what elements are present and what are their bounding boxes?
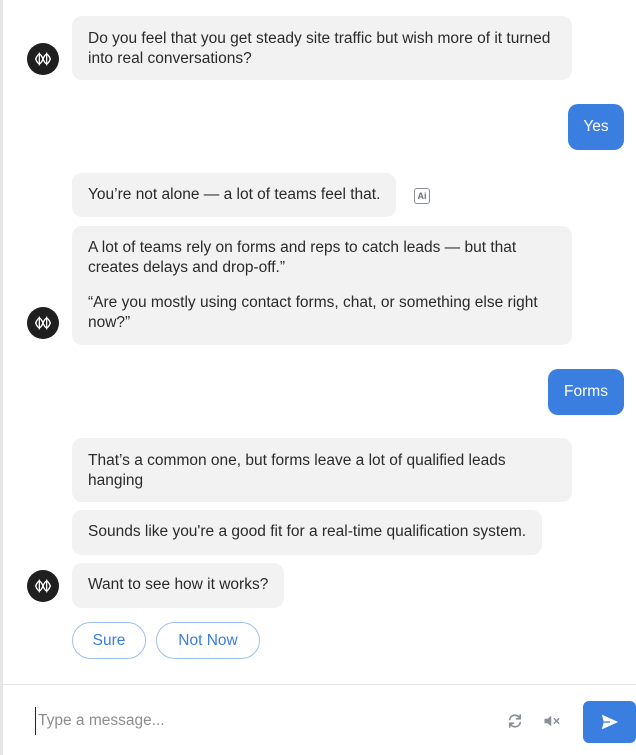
user-message: Yes (568, 104, 624, 150)
bot-logo-icon (34, 52, 52, 66)
bot-logo-icon (34, 316, 52, 330)
message-composer (3, 685, 636, 755)
bot-message: Want to see how it works? (72, 563, 285, 608)
bot-message: You’re not alone — a lot of teams feel t… (72, 173, 397, 217)
refresh-icon (508, 714, 522, 728)
bot-message: That’s a common one, but forms leave a l… (72, 438, 572, 502)
quick-reply-sure-button[interactable]: Sure (72, 622, 146, 659)
bot-avatar (27, 570, 59, 602)
refresh-button[interactable] (505, 711, 525, 731)
bot-message-paragraph: “Are you mostly using contact forms, cha… (88, 294, 538, 331)
user-message: Forms (548, 369, 624, 415)
bot-message-paragraph: A lot of teams rely on forms and reps to… (88, 239, 517, 276)
speaker-muted-icon (544, 715, 560, 727)
bot-message: A lot of teams rely on forms and reps to… (72, 226, 572, 345)
bot-message: Do you feel that you get steady site tra… (72, 16, 572, 80)
bot-avatar (27, 307, 59, 339)
bot-message: Sounds like you're a good fit for a real… (72, 510, 543, 555)
panel-left-border (0, 0, 3, 755)
ai-label-icon: Ai (414, 188, 430, 204)
bot-avatar (27, 43, 59, 75)
bot-logo-icon (34, 579, 52, 593)
message-input[interactable] (35, 707, 475, 735)
send-button[interactable] (583, 701, 636, 743)
mute-button[interactable] (542, 711, 562, 731)
quick-reply-not-now-button[interactable]: Not Now (156, 622, 260, 659)
send-icon (601, 714, 618, 730)
